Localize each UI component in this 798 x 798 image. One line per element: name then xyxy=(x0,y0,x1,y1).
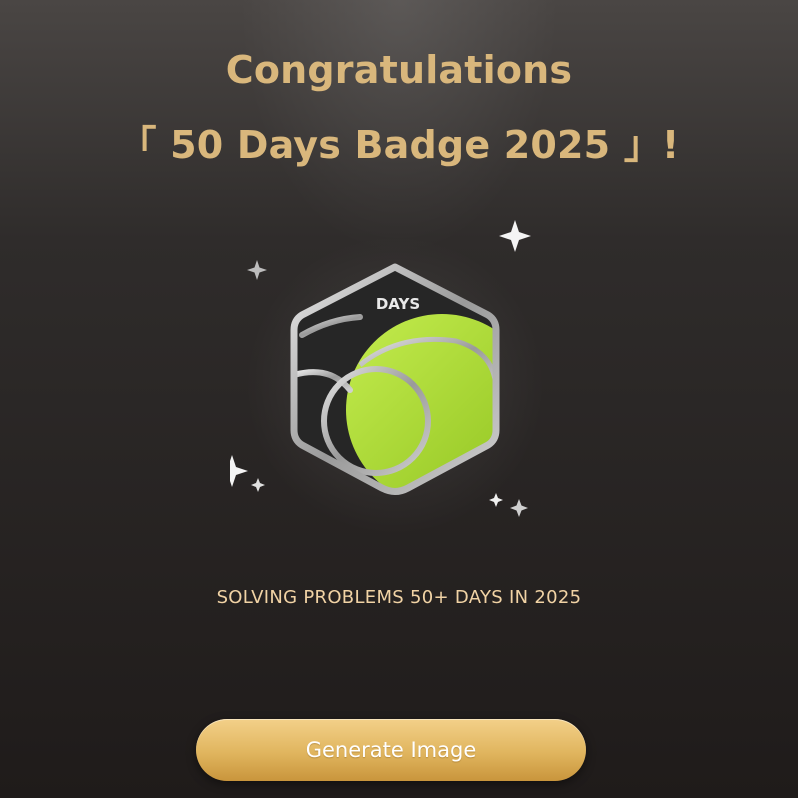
generate-image-button[interactable]: Generate Image xyxy=(196,719,586,781)
sparkle-icon xyxy=(499,220,531,252)
achievement-description: SOLVING PROBLEMS 50+ DAYS IN 2025 xyxy=(216,587,582,608)
congratulations-heading: Congratulations xyxy=(225,48,573,92)
badge-days-label: DAYS xyxy=(376,295,420,313)
sparkle-icon xyxy=(251,478,265,492)
badge-name-heading: 「 50 Days Badge 2025 」! xyxy=(118,123,680,167)
sparkle-icon xyxy=(247,260,267,280)
sparkle-icon xyxy=(230,455,248,487)
badge-illustration: DAYS xyxy=(230,215,560,535)
sparkle-icon xyxy=(510,499,528,517)
